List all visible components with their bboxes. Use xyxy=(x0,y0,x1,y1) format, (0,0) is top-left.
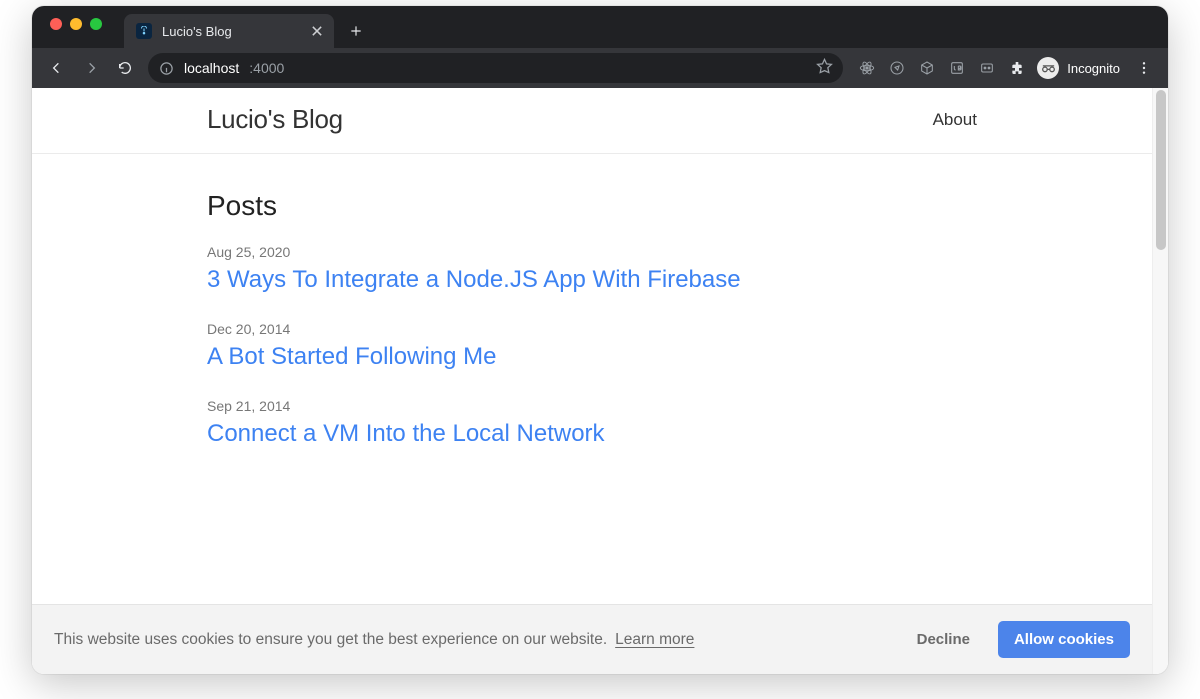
url-port: :4000 xyxy=(249,60,284,76)
extension-jb-icon[interactable] xyxy=(943,53,971,83)
post-list: Aug 25, 2020 3 Ways To Integrate a Node.… xyxy=(207,244,977,450)
new-tab-button[interactable] xyxy=(342,17,370,45)
profile-avatar[interactable]: Incognito xyxy=(1033,53,1128,83)
tab-favicon-icon xyxy=(136,23,152,39)
post-item: Aug 25, 2020 3 Ways To Integrate a Node.… xyxy=(207,244,977,295)
back-button[interactable] xyxy=(42,53,72,83)
browser-toolbar: localhost :4000 xyxy=(32,48,1168,88)
browser-menu-icon[interactable] xyxy=(1130,53,1158,83)
cookie-decline-button[interactable]: Decline xyxy=(907,623,980,656)
site-info-icon[interactable] xyxy=(158,60,174,76)
post-title-link[interactable]: Connect a VM Into the Local Network xyxy=(207,418,977,449)
window-minimize-icon[interactable] xyxy=(70,18,82,30)
cookie-learn-more-link[interactable]: Learn more xyxy=(615,631,694,649)
extension-react-icon[interactable] xyxy=(853,53,881,83)
bookmark-icon[interactable] xyxy=(816,58,833,78)
cookie-banner: This website uses cookies to ensure you … xyxy=(32,604,1152,674)
site-title[interactable]: Lucio's Blog xyxy=(207,104,343,135)
extension-cube-icon[interactable] xyxy=(913,53,941,83)
post-item: Dec 20, 2014 A Bot Started Following Me xyxy=(207,321,977,372)
browser-window: Lucio's Blog localhost :4000 xyxy=(32,6,1168,674)
tab-title: Lucio's Blog xyxy=(162,24,302,39)
toolbar-extensions: Incognito xyxy=(853,53,1158,83)
post-item: Sep 21, 2014 Connect a VM Into the Local… xyxy=(207,398,977,449)
window-close-icon[interactable] xyxy=(50,18,62,30)
address-bar[interactable]: localhost :4000 xyxy=(148,53,843,83)
browser-tab-active[interactable]: Lucio's Blog xyxy=(124,14,334,48)
cookie-allow-button[interactable]: Allow cookies xyxy=(998,621,1130,658)
window-maximize-icon[interactable] xyxy=(90,18,102,30)
window-controls xyxy=(50,6,102,48)
page-content: Lucio's Blog About Posts Aug 25, 2020 3 … xyxy=(32,88,1152,674)
extension-box-icon[interactable] xyxy=(973,53,1001,83)
post-date: Sep 21, 2014 xyxy=(207,398,977,414)
profile-label: Incognito xyxy=(1067,61,1120,76)
tab-strip: Lucio's Blog xyxy=(32,6,1168,48)
extension-compass-icon[interactable] xyxy=(883,53,911,83)
posts-heading: Posts xyxy=(207,190,977,222)
forward-button[interactable] xyxy=(76,53,106,83)
incognito-icon xyxy=(1037,57,1059,79)
reload-button[interactable] xyxy=(110,53,140,83)
page-viewport: Lucio's Blog About Posts Aug 25, 2020 3 … xyxy=(32,88,1168,674)
post-title-link[interactable]: A Bot Started Following Me xyxy=(207,341,977,372)
extensions-menu-icon[interactable] xyxy=(1003,53,1031,83)
scrollbar-thumb[interactable] xyxy=(1156,90,1166,250)
cookie-message: This website uses cookies to ensure you … xyxy=(54,631,607,649)
vertical-scrollbar[interactable] xyxy=(1152,88,1168,674)
post-title-link[interactable]: 3 Ways To Integrate a Node.JS App With F… xyxy=(207,264,977,295)
url-host: localhost xyxy=(184,60,239,76)
nav-about-link[interactable]: About xyxy=(933,110,977,130)
post-date: Aug 25, 2020 xyxy=(207,244,977,260)
post-date: Dec 20, 2014 xyxy=(207,321,977,337)
tab-close-icon[interactable] xyxy=(312,26,322,36)
site-header: Lucio's Blog About xyxy=(32,88,1152,154)
